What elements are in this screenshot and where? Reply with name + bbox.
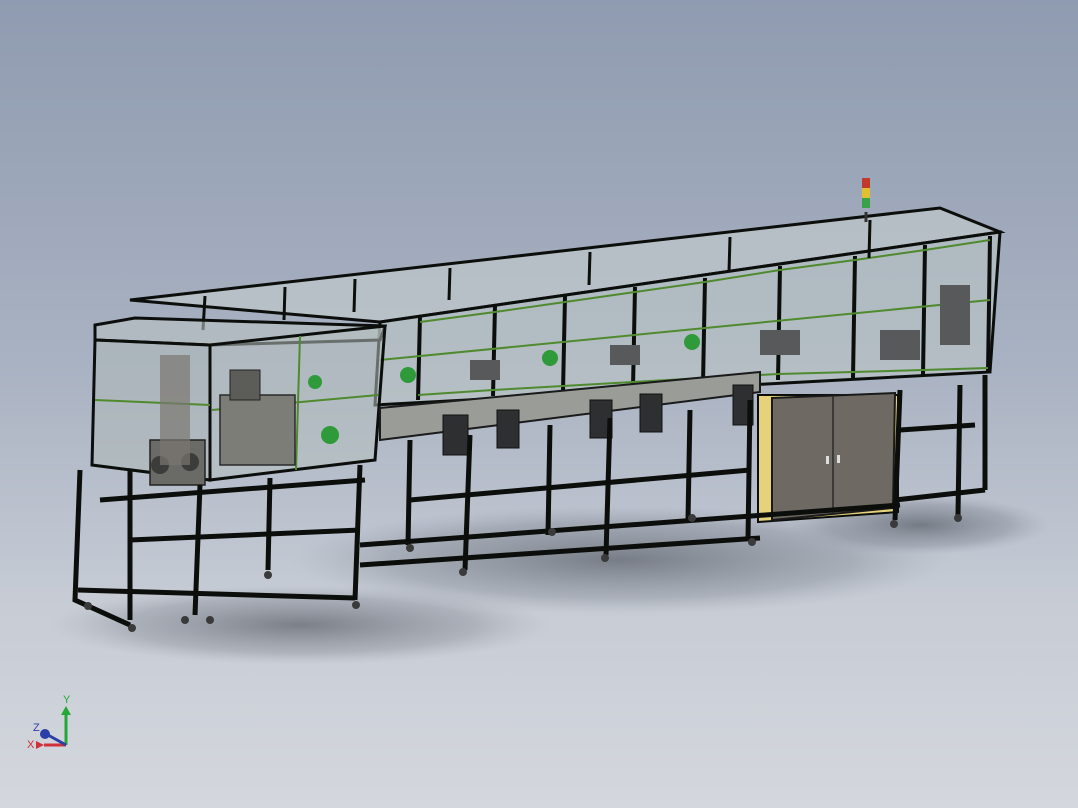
x-axis-label: X [27, 739, 35, 751]
orientation-triad-icon[interactable]: X Y Z [27, 694, 71, 751]
y-axis-label: Y [63, 694, 71, 706]
electrical-cabinet [757, 391, 899, 524]
graphics-viewport[interactable]: X Y Z [0, 0, 1078, 808]
left-cabin [90, 316, 388, 486]
assembly-model[interactable]: X Y Z [0, 0, 1078, 808]
z-axis-label: Z [33, 722, 40, 734]
